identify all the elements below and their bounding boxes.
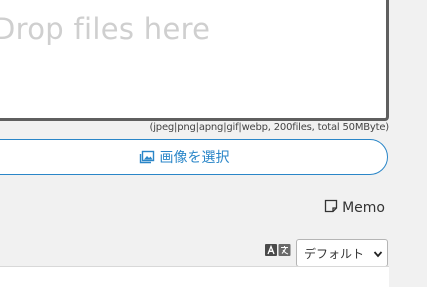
language-select-value: デフォルト [304, 246, 365, 261]
drop-zone-placeholder: Drop files here [0, 12, 211, 46]
file-drop-zone[interactable]: Drop files here [0, 0, 389, 121]
translate-icon [265, 242, 291, 261]
select-image-label: 画像を選択 [159, 150, 230, 166]
image-icon [139, 150, 155, 164]
chevron-down-icon [373, 248, 383, 262]
bottom-panel [0, 266, 389, 287]
memo-label: Memo [342, 200, 385, 216]
language-select[interactable]: デフォルト [296, 239, 388, 267]
memo-icon [324, 199, 338, 217]
memo-button[interactable]: Memo [324, 199, 385, 217]
upload-limits-text: (jpeg|png|apng|gif|webp, 200files, total… [149, 122, 390, 133]
select-image-button[interactable]: 画像を選択 [0, 139, 388, 175]
